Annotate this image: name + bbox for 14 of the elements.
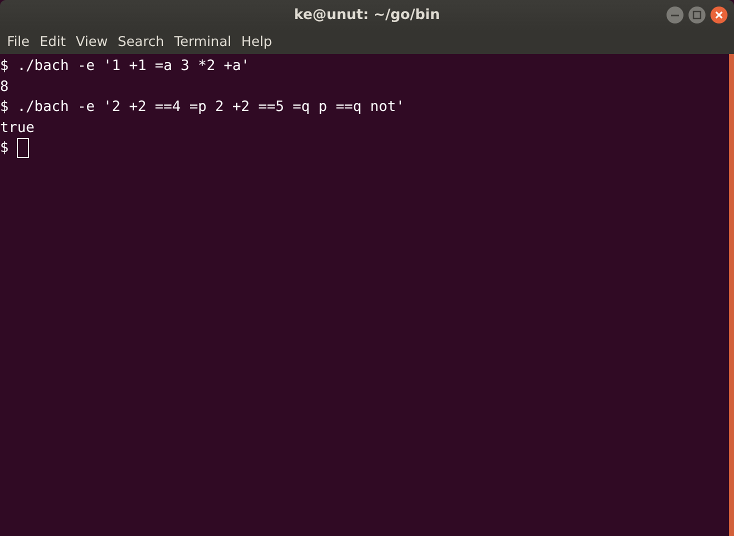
menu-item[interactable]: File bbox=[2, 34, 35, 50]
terminal-line: $ bbox=[0, 139, 9, 158]
minimize-button[interactable] bbox=[666, 6, 684, 24]
close-button[interactable] bbox=[710, 6, 728, 24]
menu-item[interactable]: Help bbox=[236, 34, 278, 50]
menu-item[interactable]: Terminal bbox=[169, 34, 236, 50]
menu-item[interactable]: View bbox=[70, 34, 113, 50]
menu-item[interactable]: Edit bbox=[34, 34, 71, 50]
terminal-line: 8 bbox=[0, 78, 9, 96]
terminal-line: $ ./bach -e '2 +2 ==4 =p 2 +2 ==5 =q p ==q not' bbox=[0, 98, 405, 117]
terminal-line: $ ./bach -e '1 +1 =a 3 *2 +a' bbox=[0, 57, 250, 76]
menu-item[interactable]: Search bbox=[112, 34, 170, 50]
terminal-line: true bbox=[0, 118, 34, 138]
window-title: ke@unut: ~/go/bin bbox=[294, 7, 440, 23]
